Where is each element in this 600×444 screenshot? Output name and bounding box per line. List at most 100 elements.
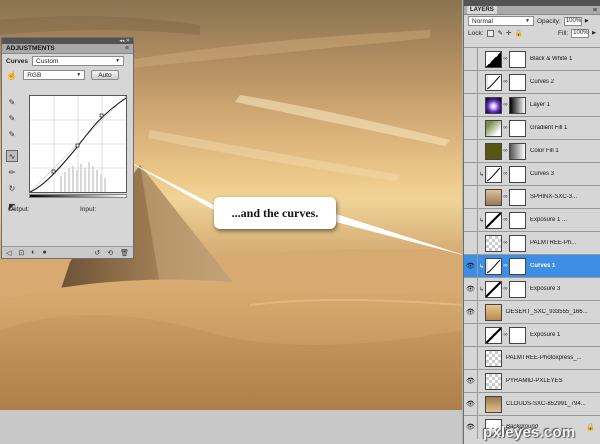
eye-icon[interactable]: 👁 xyxy=(464,277,478,301)
eye-hidden-icon[interactable] xyxy=(464,208,478,232)
layer-thumbnail[interactable] xyxy=(485,211,502,229)
layer-row[interactable]: ∞ Layer 1 xyxy=(464,93,600,117)
link-icon[interactable]: ∞ xyxy=(502,171,509,177)
lock-pixels-icon[interactable]: ✎ xyxy=(498,29,503,37)
previous-state-icon[interactable]: ↺ xyxy=(94,249,100,257)
eye-hidden-icon[interactable] xyxy=(464,185,478,209)
layer-mask-thumbnail[interactable] xyxy=(509,96,526,114)
layer-mask-thumbnail[interactable] xyxy=(509,257,526,275)
layer-mask-thumbnail[interactable] xyxy=(509,165,526,183)
eye-icon[interactable]: 👁 xyxy=(464,369,478,393)
layer-thumbnail[interactable] xyxy=(485,165,502,183)
layer-row[interactable]: ↳ ∞ Curves 3 xyxy=(464,162,600,186)
eye-hidden-icon[interactable] xyxy=(464,139,478,163)
layer-name[interactable]: SPHINX-SXC-3... xyxy=(530,194,600,200)
layer-name[interactable]: Curves 1 xyxy=(530,263,600,269)
on-image-adjust-icon[interactable]: ☝ xyxy=(6,70,17,81)
layer-mask-thumbnail[interactable] xyxy=(509,73,526,91)
layer-name[interactable]: PALMTREE-Photoxpress_... xyxy=(506,355,600,361)
layer-thumbnail[interactable] xyxy=(485,257,502,275)
layer-mask-thumbnail[interactable] xyxy=(509,211,526,229)
layer-row[interactable]: 👁 PYRAMID-PXLEYES xyxy=(464,369,600,393)
collapse-icon[interactable]: ◂◂ ✕ xyxy=(119,38,130,44)
layer-row[interactable]: ∞ Curves 2 xyxy=(464,70,600,94)
layer-thumbnail[interactable] xyxy=(485,96,502,114)
layer-row[interactable]: 👁 CLOUDS-SXC-852991_794... xyxy=(464,392,600,416)
link-icon[interactable]: ∞ xyxy=(502,286,509,292)
lock-transparency-icon[interactable] xyxy=(486,29,494,37)
link-icon[interactable]: ∞ xyxy=(502,79,509,85)
layer-mask-thumbnail[interactable] xyxy=(509,50,526,68)
layer-name[interactable]: CLOUDS-SXC-852991_794... xyxy=(506,401,600,407)
eye-icon[interactable]: 👁 xyxy=(464,300,478,324)
layer-row[interactable]: ↳ ∞ Exposure 1 ... xyxy=(464,208,600,232)
link-icon[interactable]: ∞ xyxy=(502,125,509,131)
layer-name[interactable]: Curves 2 xyxy=(530,79,600,85)
layer-name[interactable]: Layer 1 xyxy=(530,102,600,108)
eye-hidden-icon[interactable] xyxy=(464,231,478,255)
layer-thumbnail[interactable] xyxy=(485,234,502,252)
eye-icon[interactable]: 👁 xyxy=(464,254,478,278)
layer-row[interactable]: ∞ PALMTREE-Ph... xyxy=(464,231,600,255)
link-icon[interactable]: ∞ xyxy=(502,263,509,269)
layer-name[interactable]: Color Fill 1 xyxy=(530,148,600,154)
black-eyedropper-icon[interactable]: ✎ xyxy=(6,96,18,108)
layer-row[interactable]: PALMTREE-Photoxpress_... xyxy=(464,346,600,370)
chevron-right-icon[interactable]: ▶ xyxy=(585,18,589,24)
layer-mask-thumbnail[interactable] xyxy=(509,234,526,252)
smooth-icon[interactable]: ↻ xyxy=(6,182,18,194)
layer-name[interactable]: DESERT_SXC_933555_166... xyxy=(506,309,600,315)
channel-select[interactable]: RGB ▼ xyxy=(23,70,86,80)
link-icon[interactable]: ∞ xyxy=(502,240,509,246)
curves-graph[interactable] xyxy=(29,95,127,193)
preset-select[interactable]: Custom ▼ xyxy=(32,56,125,66)
eye-hidden-icon[interactable] xyxy=(464,116,478,140)
layer-row[interactable]: 👁 ↳ ∞ Exposure 3 xyxy=(464,277,600,301)
link-icon[interactable]: ∞ xyxy=(502,56,509,62)
back-arrow-icon[interactable]: ◁ xyxy=(6,249,11,257)
eye-hidden-icon[interactable] xyxy=(464,162,478,186)
layer-mask-thumbnail[interactable] xyxy=(509,119,526,137)
link-icon[interactable]: ∞ xyxy=(502,194,509,200)
tab-adjustments[interactable]: ADJUSTMENTS xyxy=(6,45,55,52)
visibility-icon[interactable]: ● xyxy=(43,249,47,256)
gray-eyedropper-icon[interactable]: ✎ xyxy=(6,112,18,124)
layer-thumbnail[interactable] xyxy=(485,326,502,344)
layer-name[interactable]: Curves 3 xyxy=(530,171,600,177)
layer-mask-thumbnail[interactable] xyxy=(509,188,526,206)
layer-name[interactable]: Exposure 1 xyxy=(530,332,600,338)
layer-mask-thumbnail[interactable] xyxy=(509,326,526,344)
fill-input[interactable]: 100% xyxy=(571,28,590,38)
layer-mask-thumbnail[interactable] xyxy=(509,280,526,298)
layer-name[interactable]: Exposure 3 xyxy=(530,286,600,292)
layer-name[interactable]: Gradient Fill 1 xyxy=(530,125,600,131)
layer-thumbnail[interactable] xyxy=(485,73,502,91)
layer-name[interactable]: Black & White 1 xyxy=(530,56,600,62)
opacity-input[interactable]: 100% xyxy=(563,16,582,26)
layer-thumbnail[interactable] xyxy=(485,349,502,367)
layer-row[interactable]: ∞ SPHINX-SXC-3... xyxy=(464,185,600,209)
layer-thumbnail[interactable] xyxy=(485,188,502,206)
layer-thumbnail[interactable] xyxy=(485,119,502,137)
layer-row[interactable]: ∞ Exposure 1 xyxy=(464,323,600,347)
reset-icon[interactable]: ⟲ xyxy=(107,249,113,257)
layer-mask-thumbnail[interactable] xyxy=(509,142,526,160)
panel-menu-icon[interactable]: ≡ xyxy=(593,7,597,14)
lock-position-icon[interactable]: ✛ xyxy=(506,29,511,37)
layer-row[interactable]: 👁 DESERT_SXC_933555_166... xyxy=(464,300,600,324)
layer-thumbnail[interactable] xyxy=(485,372,502,390)
pencil-icon[interactable]: ✏ xyxy=(6,166,18,178)
blend-mode-select[interactable]: Normal ▼ xyxy=(468,16,534,26)
layer-name[interactable]: PALMTREE-Ph... xyxy=(530,240,600,246)
layer-name[interactable]: Exposure 1 ... xyxy=(530,217,600,223)
layer-thumbnail[interactable] xyxy=(485,303,502,321)
layer-thumbnail[interactable] xyxy=(485,50,502,68)
layer-thumbnail[interactable] xyxy=(485,142,502,160)
auto-button[interactable]: Auto xyxy=(91,70,119,80)
white-eyedropper-icon[interactable]: ✎ xyxy=(6,128,18,140)
layer-thumbnail[interactable] xyxy=(485,280,502,298)
link-icon[interactable]: ∞ xyxy=(502,217,509,223)
trash-icon[interactable]: 🗑 xyxy=(120,249,129,257)
layer-row[interactable]: ∞ Black & White 1 xyxy=(464,47,600,71)
lock-all-icon[interactable]: 🔒 xyxy=(514,29,522,37)
